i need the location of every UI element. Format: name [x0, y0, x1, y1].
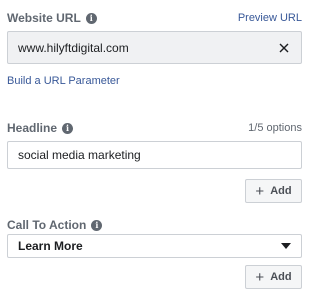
website-url-label: Website URL i [7, 11, 97, 25]
cta-select[interactable]: Learn More [7, 234, 302, 258]
ad-creative-form: Website URL i Preview URL www.hilyftdigi… [0, 0, 320, 297]
plus-icon: + [255, 268, 265, 286]
website-url-label-row: Website URL i Preview URL [7, 11, 302, 25]
headline-label-text: Headline [7, 121, 58, 135]
headline-label: Headline i [7, 121, 74, 135]
build-url-parameter-link[interactable]: Build a URL Parameter [7, 75, 120, 87]
website-url-input[interactable]: www.hilyftdigital.com [7, 31, 302, 64]
cta-label-text: Call To Action [7, 218, 87, 232]
close-icon[interactable] [277, 41, 291, 55]
info-icon[interactable]: i [91, 219, 103, 231]
cta-selected-value[interactable]: Learn More [18, 239, 281, 253]
website-url-value[interactable]: www.hilyftdigital.com [18, 41, 277, 55]
info-icon[interactable]: i [85, 12, 97, 24]
add-cta-label: Add [270, 271, 292, 283]
plus-icon: + [255, 182, 265, 200]
headline-options-count: 1/5 options [248, 122, 302, 134]
cta-label-row: Call To Action i [7, 218, 302, 232]
headline-label-row: Headline i 1/5 options [7, 121, 302, 135]
website-url-label-text: Website URL [7, 11, 81, 25]
info-icon[interactable]: i [62, 122, 74, 134]
cta-label: Call To Action i [7, 218, 103, 232]
headline-value[interactable]: social media marketing [18, 148, 291, 162]
add-cta-button[interactable]: + Add [245, 265, 302, 289]
headline-input[interactable]: social media marketing [7, 141, 302, 169]
add-headline-label: Add [270, 185, 292, 197]
add-headline-button[interactable]: + Add [245, 179, 302, 203]
caret-down-icon[interactable] [281, 243, 291, 249]
preview-url-link[interactable]: Preview URL [238, 12, 302, 24]
